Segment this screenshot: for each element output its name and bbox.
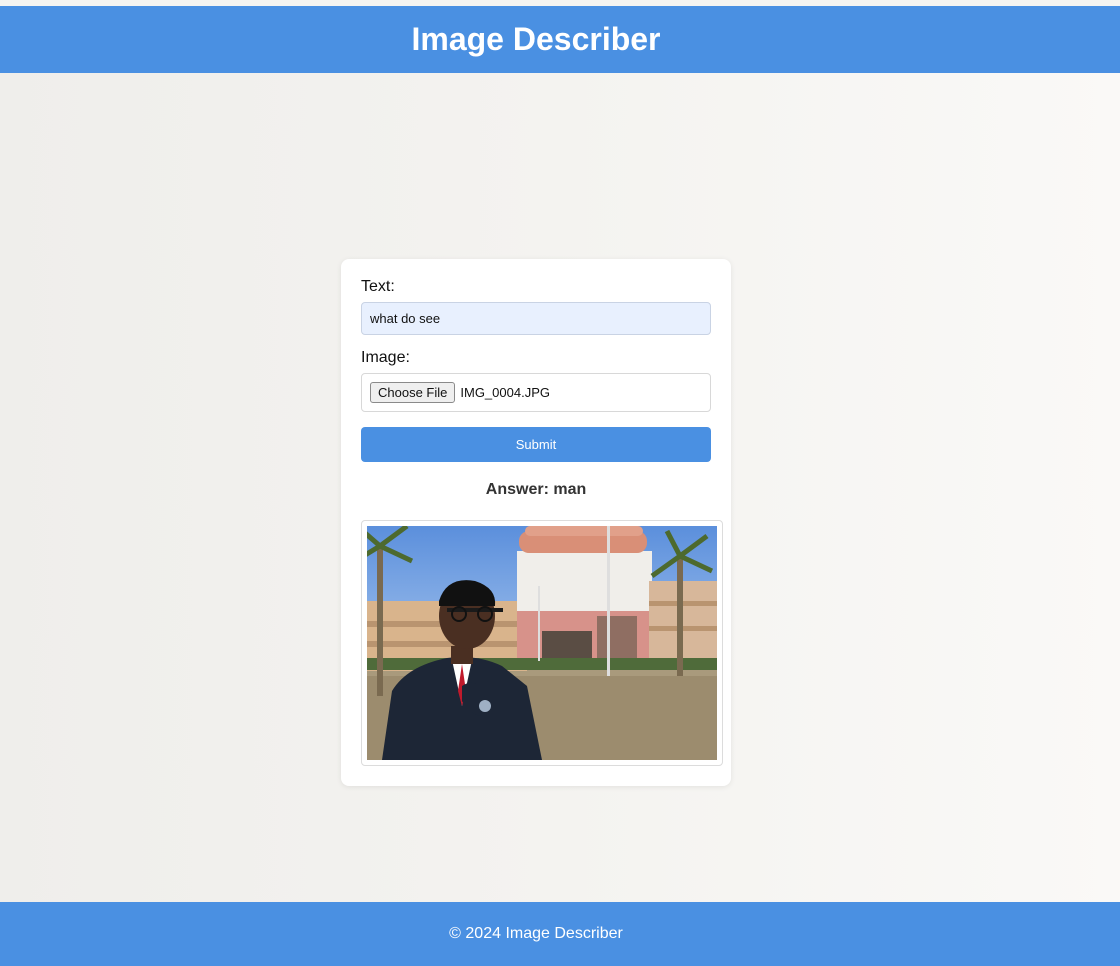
submit-button[interactable]: Submit [361,427,711,462]
text-label: Text: [361,278,395,295]
file-input[interactable]: Choose File IMG_0004.JPG [361,373,711,412]
text-input[interactable] [361,302,711,335]
form-card: Text: Image: Choose File IMG_0004.JPG Su… [341,259,731,786]
page-title: Image Describer [411,21,661,57]
image-preview-frame [361,520,723,766]
selected-file-name: IMG_0004.JPG [460,385,550,400]
uploaded-image-preview [367,526,717,760]
image-label: Image: [361,349,410,366]
page-header: Image Describer [0,6,1120,73]
footer-copyright: © 2024 Image Describer [449,925,623,942]
choose-file-button[interactable]: Choose File [370,382,456,403]
page-footer: © 2024 Image Describer [0,902,1120,966]
answer-text: Answer: man [485,481,587,498]
main-area: Text: Image: Choose File IMG_0004.JPG Su… [0,73,1120,902]
